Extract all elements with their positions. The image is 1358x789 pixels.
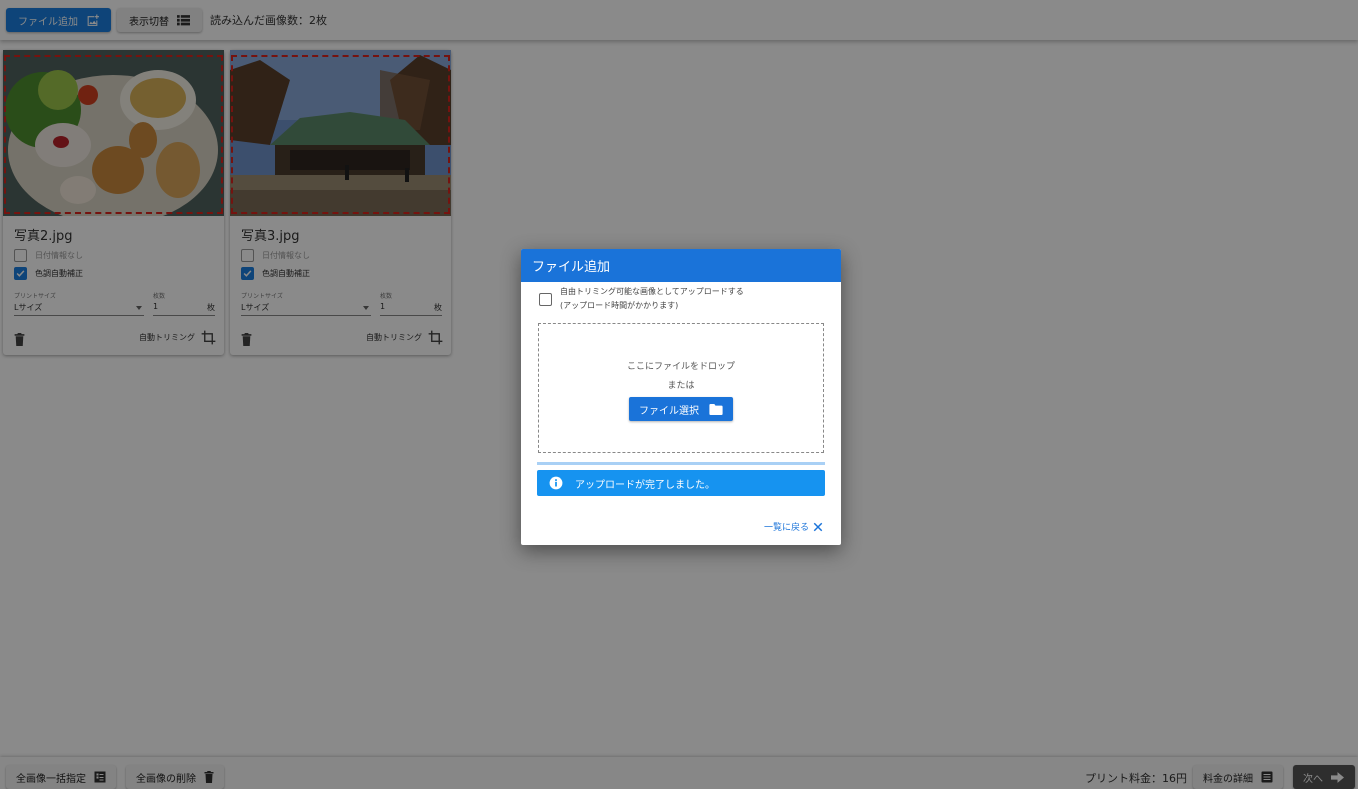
folder-icon	[709, 403, 723, 415]
upload-progress-fill	[537, 462, 825, 465]
upload-progress-bar	[537, 462, 825, 465]
select-file-button[interactable]: ファイル選択	[629, 397, 733, 421]
file-drop-zone[interactable]: ここにファイルをドロップ または ファイル選択	[538, 323, 824, 453]
info-icon	[549, 476, 563, 490]
back-to-list-button[interactable]: 一覧に戻る	[764, 520, 823, 533]
back-to-list-label: 一覧に戻る	[763, 523, 809, 533]
add-file-dialog: ファイル追加 自由トリミング可能な画像としてアップロードする (アップロード時間…	[521, 249, 841, 545]
free-trim-option[interactable]: 自由トリミング可能な画像としてアップロードする (アップロード時間がかかります)	[539, 285, 744, 313]
or-text: または	[667, 381, 695, 391]
dialog-title: ファイル追加	[521, 249, 841, 282]
free-trim-checkbox[interactable]	[539, 293, 552, 306]
drop-text: ここにファイルをドロップ	[626, 362, 735, 372]
upload-complete-alert: アップロードが完了しました。	[537, 470, 825, 496]
select-file-label: ファイル選択	[639, 405, 699, 417]
free-trim-label: 自由トリミング可能な画像としてアップロードする	[560, 287, 744, 296]
close-icon	[813, 522, 823, 531]
alert-text: アップロードが完了しました。	[575, 479, 715, 491]
free-trim-note: (アップロード時間がかかります)	[560, 301, 679, 310]
